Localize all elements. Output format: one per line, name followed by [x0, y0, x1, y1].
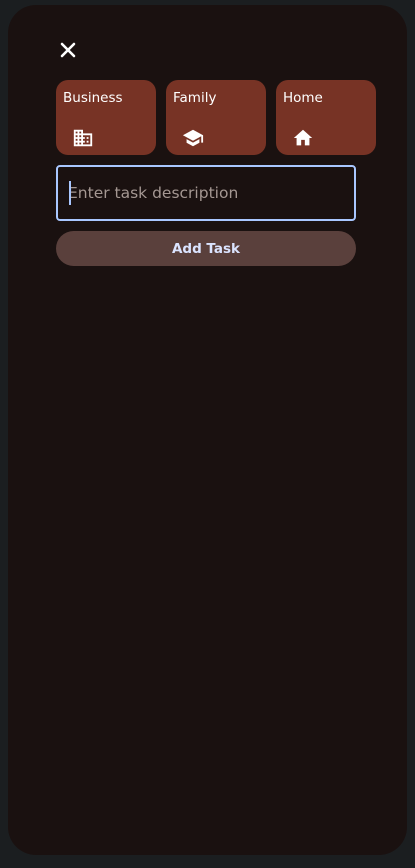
- category-label: Home: [283, 90, 323, 106]
- close-icon: [60, 42, 76, 58]
- add-task-button[interactable]: Add Task: [56, 231, 356, 266]
- school-icon: [182, 129, 204, 147]
- category-label: Business: [63, 90, 123, 106]
- bottom-sheet: Business Family Home Add Task: [8, 5, 407, 855]
- category-home[interactable]: Home: [276, 80, 376, 155]
- business-icon: [73, 129, 93, 147]
- task-description-field: [56, 165, 356, 221]
- task-description-input[interactable]: [58, 167, 354, 219]
- category-family[interactable]: Family: [166, 80, 266, 155]
- close-button[interactable]: [56, 38, 80, 62]
- text-cursor: [69, 181, 71, 205]
- category-label: Family: [173, 90, 217, 106]
- category-list: Business Family Home: [56, 80, 376, 155]
- category-business[interactable]: Business: [56, 80, 156, 155]
- home-icon: [293, 129, 313, 146]
